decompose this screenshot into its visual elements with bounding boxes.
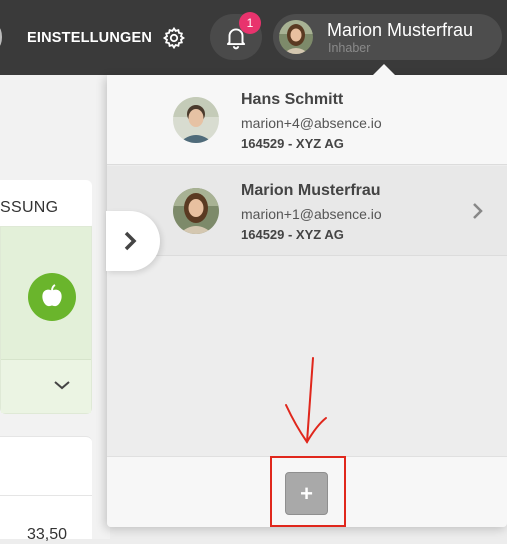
account-company: 164529 - XYZ AG <box>241 227 344 242</box>
absence-type-card <box>0 226 92 414</box>
avatar <box>173 97 219 143</box>
background-tab-card[interactable]: SSUNG <box>0 180 92 230</box>
account-name: Hans Schmitt <box>241 91 344 108</box>
settings-button[interactable]: EINSTELLUNGEN <box>27 26 186 50</box>
avatar <box>279 20 313 54</box>
notification-badge: 1 <box>239 12 261 34</box>
annotation-highlight-box <box>270 456 346 527</box>
account-email: marion+4@absence.io <box>241 115 382 131</box>
account-name: Marion Musterfrau <box>241 182 381 199</box>
apple-icon <box>28 273 76 321</box>
top-bar: EINSTELLUNGEN 1 Marion Musterfrau Inhabe… <box>0 0 507 75</box>
account-item[interactable]: Hans Schmitt marion+4@absence.io 164529 … <box>107 75 507 165</box>
settings-label: EINSTELLUNGEN <box>27 30 153 46</box>
account-email: marion+1@absence.io <box>241 206 382 222</box>
account-company: 164529 - XYZ AG <box>241 136 344 151</box>
avatar <box>173 188 219 234</box>
divider <box>0 495 92 496</box>
background-summary-card: 33,50 <box>0 436 92 543</box>
background-tab-label: SSUNG <box>0 199 59 216</box>
chevron-right-icon <box>124 231 137 251</box>
chevron-right-icon <box>473 203 483 219</box>
account-item[interactable]: Marion Musterfrau marion+1@absence.io 16… <box>107 166 507 256</box>
user-name: Marion Musterfrau <box>327 20 474 40</box>
chevron-down-icon <box>54 381 70 390</box>
annotation-arrow <box>285 357 327 444</box>
gear-icon <box>162 26 186 50</box>
panel-caret <box>372 64 396 76</box>
user-role: Inhaber <box>328 41 371 55</box>
amount-value: 33,50 <box>27 526 68 543</box>
absence-type-dropdown[interactable] <box>1 359 91 413</box>
user-menu-button[interactable]: Marion Musterfrau Inhaber <box>273 14 502 60</box>
partial-icon <box>0 27 2 47</box>
